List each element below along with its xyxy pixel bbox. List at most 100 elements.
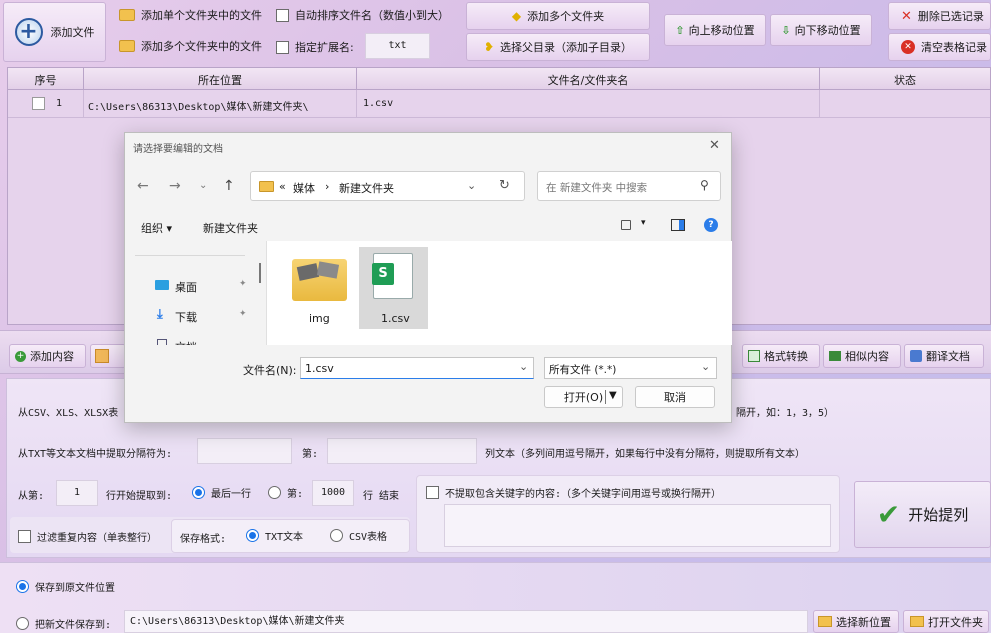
new-folder-button[interactable]: 新建文件夹 (203, 220, 258, 236)
folder-search-icon (818, 616, 832, 627)
exclude-keywords-checkbox[interactable]: 不提取包含关键字的内容:（多个关键字间用逗号或换行隔开） (426, 485, 721, 500)
tab-format-convert[interactable]: 格式转换 (742, 344, 820, 368)
divider (356, 90, 357, 117)
start-extract-button[interactable]: ✔ 开始提列 (854, 481, 991, 548)
folder-star-icon: ◆ (511, 9, 522, 23)
start-extract-label: 开始提列 (908, 506, 969, 524)
checkbox-box[interactable] (276, 40, 289, 54)
open-dropdown-icon[interactable]: ▼ (609, 390, 617, 401)
extension-input[interactable]: txt (365, 33, 430, 59)
table-row[interactable]: 1 C:\Users\86313\Desktop\媒体\新建文件夹\ 1.csv (8, 90, 990, 118)
row-checkbox[interactable] (32, 97, 45, 110)
open-file-dialog: 请选择要编辑的文档 ✕ ← → ⌄ ↑ « 媒体 › 新建文件夹 ⌄ ↻ 在 新… (124, 132, 732, 423)
radio-circle[interactable] (16, 580, 29, 593)
tab-similar-content[interactable]: 相似内容 (823, 344, 901, 368)
col-index[interactable]: 序号 (8, 72, 83, 88)
search-box[interactable]: 在 新建文件夹 中搜索 ⚲ (537, 171, 721, 201)
file-type-select[interactable]: 所有文件 (*.*) ⌄ (544, 357, 717, 379)
save-orig-radio[interactable]: 保存到原文件位置 (16, 579, 115, 594)
radio-circle[interactable] (330, 529, 343, 542)
organize-menu[interactable]: 组织 ▾ (141, 220, 172, 236)
open-button[interactable]: 打开(O) ▼ (544, 386, 623, 408)
to-row-radio[interactable]: 第: (268, 485, 303, 500)
cancel-button[interactable]: 取消 (635, 386, 715, 408)
delete-selected-button[interactable]: ✕ 删除已选记录 (888, 2, 991, 30)
file-item-csv[interactable]: S 1.csv (359, 247, 428, 329)
separator-input[interactable] (197, 438, 292, 464)
add-single-folder-button[interactable]: 添加单个文件夹中的文件 (114, 3, 266, 27)
address-dropdown-icon[interactable]: ⌄ (467, 179, 476, 192)
from-row-input[interactable]: 1 (56, 480, 98, 506)
tab-partial[interactable] (90, 344, 126, 368)
format-csv-label: CSV表格 (349, 532, 388, 543)
tab-add-content[interactable]: + 添加内容 (9, 344, 86, 368)
view-options-icon[interactable] (621, 220, 631, 230)
save-path-input[interactable]: C:\Users\86313\Desktop\媒体\新建文件夹 (124, 610, 808, 633)
from-label: 从第: (18, 491, 45, 502)
format-csv-radio[interactable]: CSV表格 (330, 528, 387, 543)
format-txt-label: TXT文本 (265, 532, 304, 543)
format-txt-radio[interactable]: TXT文本 (246, 528, 303, 543)
to-row-di-label: 第: (287, 489, 304, 500)
checkbox-box[interactable] (18, 530, 31, 543)
back-arrow-icon[interactable]: ← (137, 178, 149, 194)
select-new-location-button[interactable]: 选择新位置 (813, 610, 899, 633)
save-format-label: 保存格式: (180, 534, 227, 545)
checkbox-box[interactable] (426, 486, 439, 499)
nav-item-documents[interactable]: 文档 (155, 337, 255, 345)
tab-translate-doc[interactable]: 翻译文档 (904, 344, 984, 368)
close-icon[interactable]: ✕ (709, 138, 720, 153)
recent-chevron-icon[interactable]: ⌄ (199, 180, 207, 191)
add-multi-folder-files-label: 添加多个文件夹中的文件 (141, 40, 262, 53)
last-row-label: 最后一行 (211, 489, 251, 500)
clear-table-button[interactable]: ✕ 清空表格记录 (888, 33, 991, 61)
open-folder-label: 打开文件夹 (928, 615, 983, 629)
specify-ext-label: 指定扩展名: (295, 41, 354, 54)
checkmark-icon: ✔ (876, 498, 901, 531)
radio-circle[interactable] (16, 617, 29, 630)
nav-item-downloads[interactable]: ⤓ 下载 ✦ (155, 307, 255, 325)
open-split-divider (605, 390, 606, 404)
breadcrumb-media[interactable]: 媒体 (293, 180, 315, 196)
view-dropdown-icon[interactable]: ▾ (641, 218, 646, 228)
radio-circle[interactable] (192, 486, 205, 499)
col-location[interactable]: 所在位置 (84, 72, 356, 88)
add-multi-folder-button[interactable]: ◆ 添加多个文件夹 (466, 2, 650, 30)
column-input[interactable] (327, 438, 477, 464)
col-filename[interactable]: 文件名/文件夹名 (357, 72, 819, 88)
radio-circle[interactable] (268, 486, 281, 499)
help-icon[interactable]: ? (704, 218, 718, 232)
file-item-img[interactable]: img (287, 249, 355, 329)
select-parent-button[interactable]: ❥ 选择父目录（添加子目录） (466, 33, 650, 61)
nav-item-desktop[interactable]: 桌面 ✦ (155, 277, 255, 295)
search-placeholder: 在 新建文件夹 中搜索 (546, 182, 648, 194)
preview-pane-icon[interactable] (671, 219, 685, 231)
breadcrumb-new-folder[interactable]: 新建文件夹 (339, 180, 394, 196)
last-row-radio[interactable]: 最后一行 (192, 485, 251, 500)
checkbox-box[interactable] (276, 8, 289, 22)
address-bar[interactable]: « 媒体 › 新建文件夹 ⌄ ↻ (250, 171, 525, 201)
divider (819, 90, 820, 117)
add-multi-folder-files-button[interactable]: 添加多个文件夹中的文件 (114, 34, 266, 58)
col-status[interactable]: 状态 (820, 72, 990, 88)
filename-input[interactable]: 1.csv ⌄ (300, 357, 534, 379)
refresh-icon[interactable]: ↻ (499, 178, 510, 193)
up-arrow-icon[interactable]: ↑ (223, 178, 235, 194)
save-to-radio[interactable]: 把新文件保存到: (16, 616, 111, 631)
open-folder-button[interactable]: 打开文件夹 (903, 610, 989, 633)
txt-column-hint: 列文本（多列间用逗号隔开，如果每行中没有分隔符，则提取所有文本） (485, 449, 805, 460)
file-item-csv-label: 1.csv (381, 312, 410, 325)
to-row-input[interactable]: 1000 (312, 480, 354, 506)
forward-arrow-icon[interactable]: → (169, 178, 181, 194)
move-up-button[interactable]: ⇧ 向上移动位置 (664, 14, 766, 46)
specify-ext-checkbox[interactable]: 指定扩展名: (276, 39, 354, 55)
nav-scrollbar[interactable] (259, 263, 261, 283)
add-file-button[interactable]: + 添加文件 (3, 2, 106, 62)
csv-file-icon: S (372, 253, 413, 299)
filter-dup-checkbox[interactable]: 过滤重复内容（单表整行） (18, 529, 157, 544)
move-down-button[interactable]: ⇩ 向下移动位置 (770, 14, 872, 46)
auto-sort-checkbox[interactable]: 自动排序文件名（数值小到大） (276, 7, 449, 23)
filename-dropdown-icon[interactable]: ⌄ (519, 360, 528, 373)
keywords-textarea[interactable] (444, 504, 831, 547)
radio-circle[interactable] (246, 529, 259, 542)
